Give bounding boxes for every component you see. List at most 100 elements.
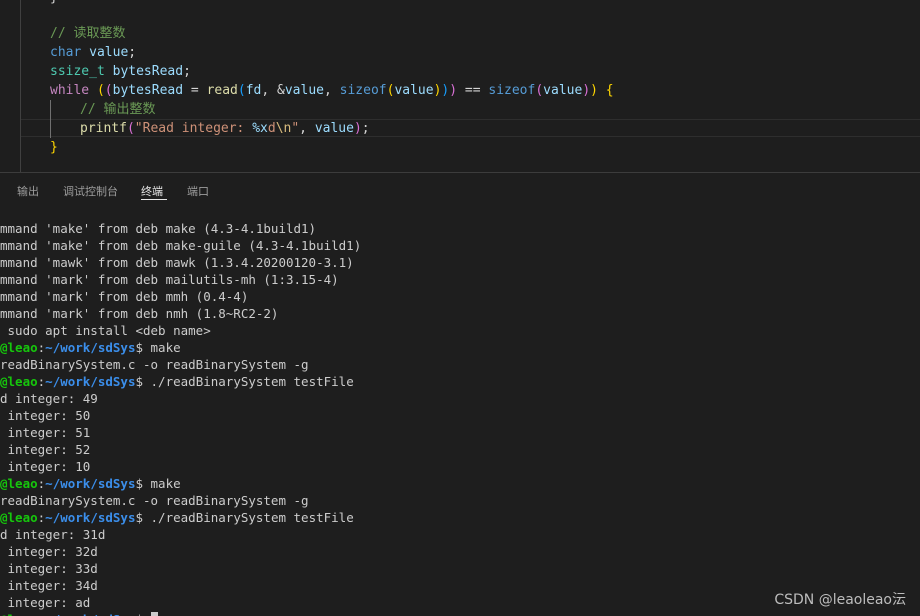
code-var: value xyxy=(89,45,129,60)
code-bracket: } xyxy=(50,140,58,155)
terminal-line: integer: 32d xyxy=(0,543,98,560)
code-var: bytesRead xyxy=(112,83,184,98)
terminal-text: readBinarySystem.c -o readBinarySystem -… xyxy=(0,357,309,372)
prompt-path: ~/work/sdSys xyxy=(45,374,136,389)
code-string: " xyxy=(291,121,300,136)
terminal-line: @leao:~/work/sdSys$ ./readBinarySystem t… xyxy=(0,509,354,526)
code-string: d xyxy=(267,121,276,136)
code-punct: ; xyxy=(128,45,137,60)
code-bracket: ( xyxy=(104,83,113,98)
prompt-command: $ ./readBinarySystem testFile xyxy=(135,374,354,389)
prompt-command: $ xyxy=(135,612,150,616)
terminal-line: @leao:~/work/sdSys$ make xyxy=(0,475,181,492)
code-comment: // 读取整数 xyxy=(50,26,126,41)
terminal-line: readBinarySystem.c -o readBinarySystem -… xyxy=(0,356,309,373)
tab-output[interactable]: 输出 xyxy=(17,183,39,199)
prompt-path: ~/work/sdSys xyxy=(45,476,136,491)
code-comment: // 输出整数 xyxy=(80,102,156,117)
code-bracket: ( xyxy=(126,121,135,136)
terminal-line: integer: 10 xyxy=(0,458,91,475)
terminal-line: sudo apt install <deb name> xyxy=(0,322,211,339)
terminal-text: mmand 'mark' from deb mailutils-mh (1:3.… xyxy=(0,272,339,287)
prompt-user: @leao xyxy=(0,612,38,616)
code-escape: \n xyxy=(275,121,292,136)
code-var: value xyxy=(394,83,434,98)
prompt-command: $ ./readBinarySystem testFile xyxy=(135,510,354,525)
terminal-line: @leao:~/work/sdSys$ xyxy=(0,611,158,616)
terminal-text: d integer: 31d xyxy=(0,527,106,542)
terminal-line: mmand 'make' from deb make-guile (4.3-4.… xyxy=(0,237,361,254)
tab-terminal[interactable]: 终端 xyxy=(141,183,163,199)
code-bracket: { xyxy=(597,83,614,98)
terminal-line: @leao:~/work/sdSys$ make xyxy=(0,339,181,356)
terminal-line: mmand 'mark' from deb nmh (1.8~RC2-2) xyxy=(0,305,278,322)
code-string: "Read integer: xyxy=(134,121,253,136)
terminal-line: @leao:~/work/sdSys$ ./readBinarySystem t… xyxy=(0,373,354,390)
code-var: value xyxy=(543,83,583,98)
prompt-command: $ make xyxy=(135,340,181,355)
code-brace: } xyxy=(0,0,58,5)
tab-ports[interactable]: 端口 xyxy=(187,183,209,199)
code-op: , xyxy=(323,83,340,98)
code-bracket: ) xyxy=(449,83,458,98)
code-line: ssize_t bytesRead; xyxy=(0,62,920,81)
code-editor[interactable]: } // 读取整数 char value; ssize_t bytesRead;… xyxy=(0,0,920,172)
code-line: char value; xyxy=(0,43,920,62)
terminal-line: integer: ad xyxy=(0,594,91,611)
prompt-path: ~/work/sdSys xyxy=(45,510,136,525)
terminal-text: integer: 34d xyxy=(0,578,98,593)
terminal-text: mmand 'mawk' from deb mawk (1.3.4.202001… xyxy=(0,255,354,270)
prompt-path: ~/work/sdSys xyxy=(45,612,135,616)
code-type: char xyxy=(50,45,82,60)
code-type: ssize_t xyxy=(50,64,105,79)
prompt-user: @leao xyxy=(0,340,38,355)
code-format-spec: %x xyxy=(252,121,268,136)
prompt-user: @leao xyxy=(0,476,38,491)
code-var: fd xyxy=(245,83,262,98)
prompt-user: @leao xyxy=(0,510,38,525)
terminal-text: integer: 32d xyxy=(0,544,98,559)
terminal-line: d integer: 31d xyxy=(0,526,105,543)
terminal-text: sudo apt install <deb name> xyxy=(0,323,211,338)
code-keyword: sizeof xyxy=(339,83,387,98)
code-keyword: while xyxy=(50,83,90,98)
terminal-line: integer: 34d xyxy=(0,577,98,594)
terminal-text: integer: 51 xyxy=(0,425,91,440)
terminal-cursor xyxy=(150,612,158,616)
terminal-line: integer: 52 xyxy=(0,441,91,458)
code-line: // 输出整数 xyxy=(0,100,920,119)
code-line: } xyxy=(0,0,920,7)
terminal-text: mmand 'mark' from deb nmh (1.8~RC2-2) xyxy=(0,306,279,321)
code-op: , xyxy=(261,83,278,98)
code-line: } xyxy=(0,138,920,157)
terminal-text: readBinarySystem.c -o readBinarySystem -… xyxy=(0,493,309,508)
code-bracket: ( xyxy=(237,83,246,98)
terminal-text: d integer: 49 xyxy=(0,391,98,406)
terminal-text: integer: 33d xyxy=(0,561,98,576)
terminal-text: mmand 'mark' from deb mmh (0.4-4) xyxy=(0,289,249,304)
terminal-line: mmand 'mark' from deb mmh (0.4-4) xyxy=(0,288,248,305)
code-bracket: ( xyxy=(96,83,105,98)
terminal-text: integer: 50 xyxy=(0,408,91,423)
watermark: CSDN @leaoleao沄 xyxy=(774,592,906,608)
code-op: & xyxy=(277,83,285,98)
code-var: bytesRead xyxy=(112,64,184,79)
tab-debug-console[interactable]: 调试控制台 xyxy=(63,183,118,199)
terminal-text: mmand 'make' from deb make-guile (4.3-4.… xyxy=(0,238,362,253)
code-keyword: sizeof xyxy=(488,83,536,98)
terminal-line: integer: 33d xyxy=(0,560,98,577)
code-op: == xyxy=(457,83,489,98)
terminal-output[interactable]: mmand 'make' from deb make (4.3-4.1build… xyxy=(0,218,920,616)
code-function: read xyxy=(206,83,238,98)
code-function: printf xyxy=(80,121,127,136)
prompt-command: $ make xyxy=(135,476,181,491)
code-var: value xyxy=(314,121,354,136)
active-tab-indicator xyxy=(141,199,167,200)
terminal-line: integer: 50 xyxy=(0,407,91,424)
terminal-text: mmand 'make' from deb make (4.3-4.1build… xyxy=(0,221,317,236)
code-bracket: ) xyxy=(582,83,591,98)
code-punct: ; xyxy=(361,121,370,136)
code-bracket: ) xyxy=(353,121,362,136)
code-line: while ((bytesRead = read(fd, &value, siz… xyxy=(0,81,920,100)
terminal-line: mmand 'make' from deb make (4.3-4.1build… xyxy=(0,220,316,237)
